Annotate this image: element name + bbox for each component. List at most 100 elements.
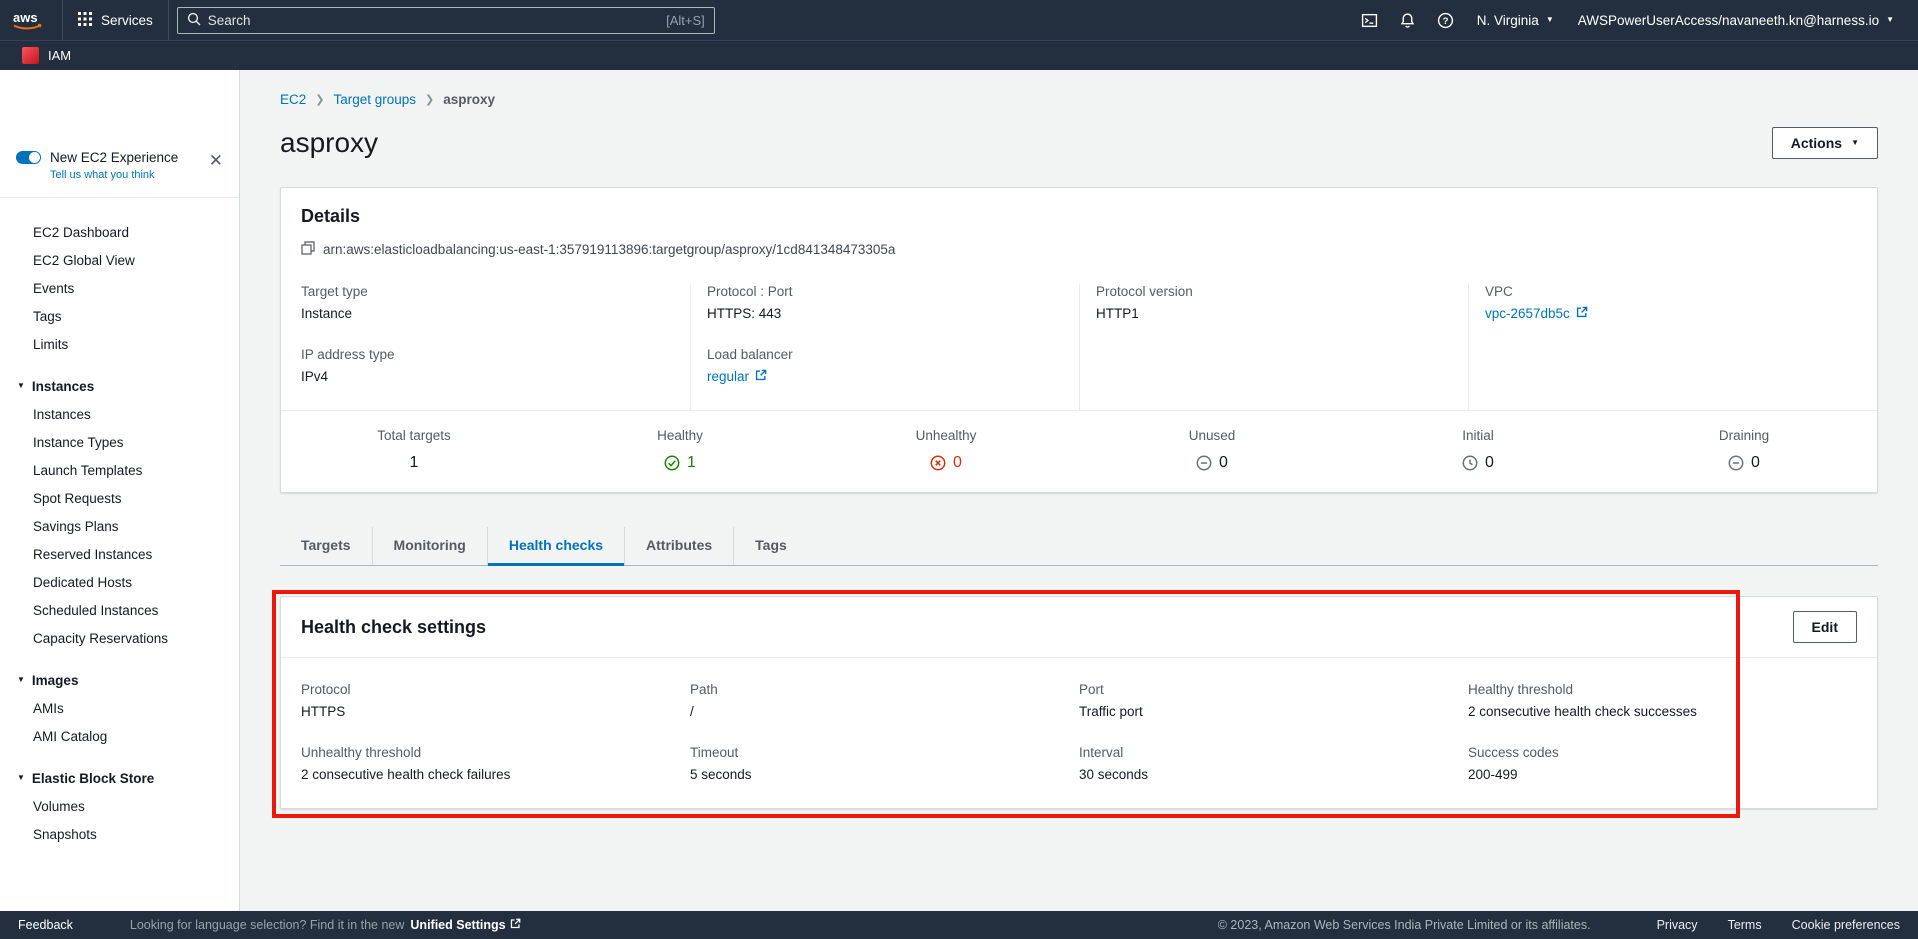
banner-title: New EC2 Experience [50,150,178,165]
sidebar-item-label: Launch Templates [33,463,142,478]
aws-logo[interactable]: aws [0,8,62,32]
sidebar-item-label: AMI Catalog [33,729,107,744]
sidebar-section-elastic-block-store[interactable]: ▼Elastic Block Store [0,764,239,792]
tab-bar: Targets Monitoring Health checks Attributes… [280,527,1878,566]
sidebar-item-launch-templates[interactable]: Launch Templates [0,456,239,484]
field-label: Unhealthy threshold [301,745,690,760]
field-column: VPCvpc-2657db5c [1468,284,1857,410]
field-label: Interval [1079,745,1468,760]
tab-monitoring[interactable]: Monitoring [372,527,487,565]
sidebar-item-savings-plans[interactable]: Savings Plans [0,512,239,540]
sidebar-item-ec2-dashboard[interactable]: EC2 Dashboard [0,218,239,246]
tab-label: Monitoring [394,537,466,553]
sidebar-item-capacity-reservations[interactable]: Capacity Reservations [0,624,239,652]
actions-button[interactable]: Actions ▼ [1772,127,1878,159]
count-healthy: Healthy1 [547,428,813,472]
help-button[interactable]: ? [1427,0,1465,40]
tab-tags[interactable]: Tags [733,527,808,565]
sidebar-item-ami-catalog[interactable]: AMI Catalog [0,722,239,750]
details-card: Details arn:aws:elasticloadbalancing:us-… [280,187,1878,493]
count-value: 0 [813,454,1079,472]
tab-targets[interactable]: Targets [280,527,372,565]
sidebar-item-spot-requests[interactable]: Spot Requests [0,484,239,512]
sidebar-item-dedicated-hosts[interactable]: Dedicated Hosts [0,568,239,596]
sidebar-item-label: EC2 Global View [33,253,135,268]
iam-shortcut[interactable]: IAM [48,48,71,63]
vpc-link[interactable]: vpc-2657db5c [1485,306,1857,321]
edit-button[interactable]: Edit [1793,611,1857,643]
field-column: Protocol versionHTTP1 [1079,284,1468,410]
target-group-arn: arn:aws:elasticloadbalancing:us-east-1:3… [323,242,895,257]
search-shortcut-hint: [Alt+S] [666,13,705,28]
recent-service-bar: IAM [0,40,1918,70]
field-column: Protocol : PortHTTPS: 443Load balancerre… [690,284,1079,410]
new-experience-toggle[interactable] [16,151,41,164]
count-value: 1 [547,454,813,472]
banner-feedback-link[interactable]: Tell us what you think [50,169,223,181]
account-menu[interactable]: AWSPowerUserAccess/navaneeth.kn@harness.… [1566,13,1906,28]
global-search[interactable]: [Alt+S] [177,7,715,34]
count-label: Unhealthy [813,428,1079,443]
cookie-preferences-link[interactable]: Cookie preferences [1792,918,1900,932]
unified-settings-link[interactable]: Unified Settings [410,918,520,932]
count-label: Total targets [281,428,547,443]
terms-link[interactable]: Terms [1728,918,1762,932]
copy-icon[interactable] [301,241,315,258]
field-label: Load balancer [707,347,1079,362]
sidebar-item-limits[interactable]: Limits [0,330,239,358]
sidebar-item-events[interactable]: Events [0,274,239,302]
count-value: 1 [281,454,547,472]
sidebar-section-images[interactable]: ▼Images [0,666,239,694]
load-balancer-link[interactable]: regular [707,369,1079,384]
field-value: 30 seconds [1079,767,1468,782]
sidebar-nav: EC2 Dashboard EC2 Global View EventsTagsLi… [0,198,239,848]
field-vpc: VPCvpc-2657db5c [1485,284,1857,321]
sidebar-item-label: Savings Plans [33,519,119,534]
sidebar-item-label: Volumes [33,799,85,814]
sidebar-item-ec2-global-view[interactable]: EC2 Global View [0,246,239,274]
field-label: Port [1079,682,1468,697]
field-value: 5 seconds [690,767,1079,782]
field-label: Protocol version [1096,284,1468,299]
breadcrumb-target-groups[interactable]: Target groups [333,92,416,107]
tab-label: Health checks [509,537,603,553]
field-unhealthy-threshold: Unhealthy threshold2 consecutive health … [301,745,690,782]
breadcrumb: EC2 ❯ Target groups ❯ asproxy [280,92,1878,107]
field-value: 200-499 [1468,767,1857,782]
field-value: HTTPS [301,704,690,719]
count-label: Draining [1611,428,1877,443]
sidebar-item-amis[interactable]: AMIs [0,694,239,722]
notifications-bell-button[interactable] [1389,0,1427,40]
field-load-balancer: Load balancer regular [707,347,1079,384]
sidebar-item-tags[interactable]: Tags [0,302,239,330]
services-menu-button[interactable]: Services [62,0,169,40]
close-icon[interactable]: ✕ [209,152,223,169]
count-value: 0 [1611,454,1877,472]
count-number: 1 [687,454,696,472]
tab-attributes[interactable]: Attributes [624,527,733,565]
sidebar-section-instances[interactable]: ▼Instances [0,372,239,400]
region-selector[interactable]: N. Virginia ▼ [1465,13,1566,28]
svg-text:?: ? [1443,15,1449,26]
field-label: Path [690,682,1079,697]
cloudshell-button[interactable] [1351,0,1389,40]
field-success-codes: Success codes200-499 [1468,745,1857,782]
feedback-link[interactable]: Feedback [18,918,73,932]
section-caret-icon: ▼ [17,774,25,782]
sidebar-item-reserved-instances[interactable]: Reserved Instances [0,540,239,568]
sidebar-item-volumes[interactable]: Volumes [0,792,239,820]
check-circle-icon [664,455,680,471]
sidebar-item-instance-types[interactable]: Instance Types [0,428,239,456]
link-text: vpc-2657db5c [1485,306,1570,321]
health-check-card: Health check settings Edit ProtocolHTTPS… [280,596,1878,809]
breadcrumb-ec2[interactable]: EC2 [280,92,306,107]
privacy-link[interactable]: Privacy [1657,918,1698,932]
field-label: Timeout [690,745,1079,760]
sidebar-item-instances[interactable]: Instances [0,400,239,428]
sidebar-item-scheduled-instances[interactable]: Scheduled Instances [0,596,239,624]
toggle-knob [29,152,40,163]
tab-health-checks[interactable]: Health checks [487,527,624,565]
sidebar-item-label: Capacity Reservations [33,631,168,646]
search-input[interactable] [208,13,659,28]
sidebar-item-snapshots[interactable]: Snapshots [0,820,239,848]
